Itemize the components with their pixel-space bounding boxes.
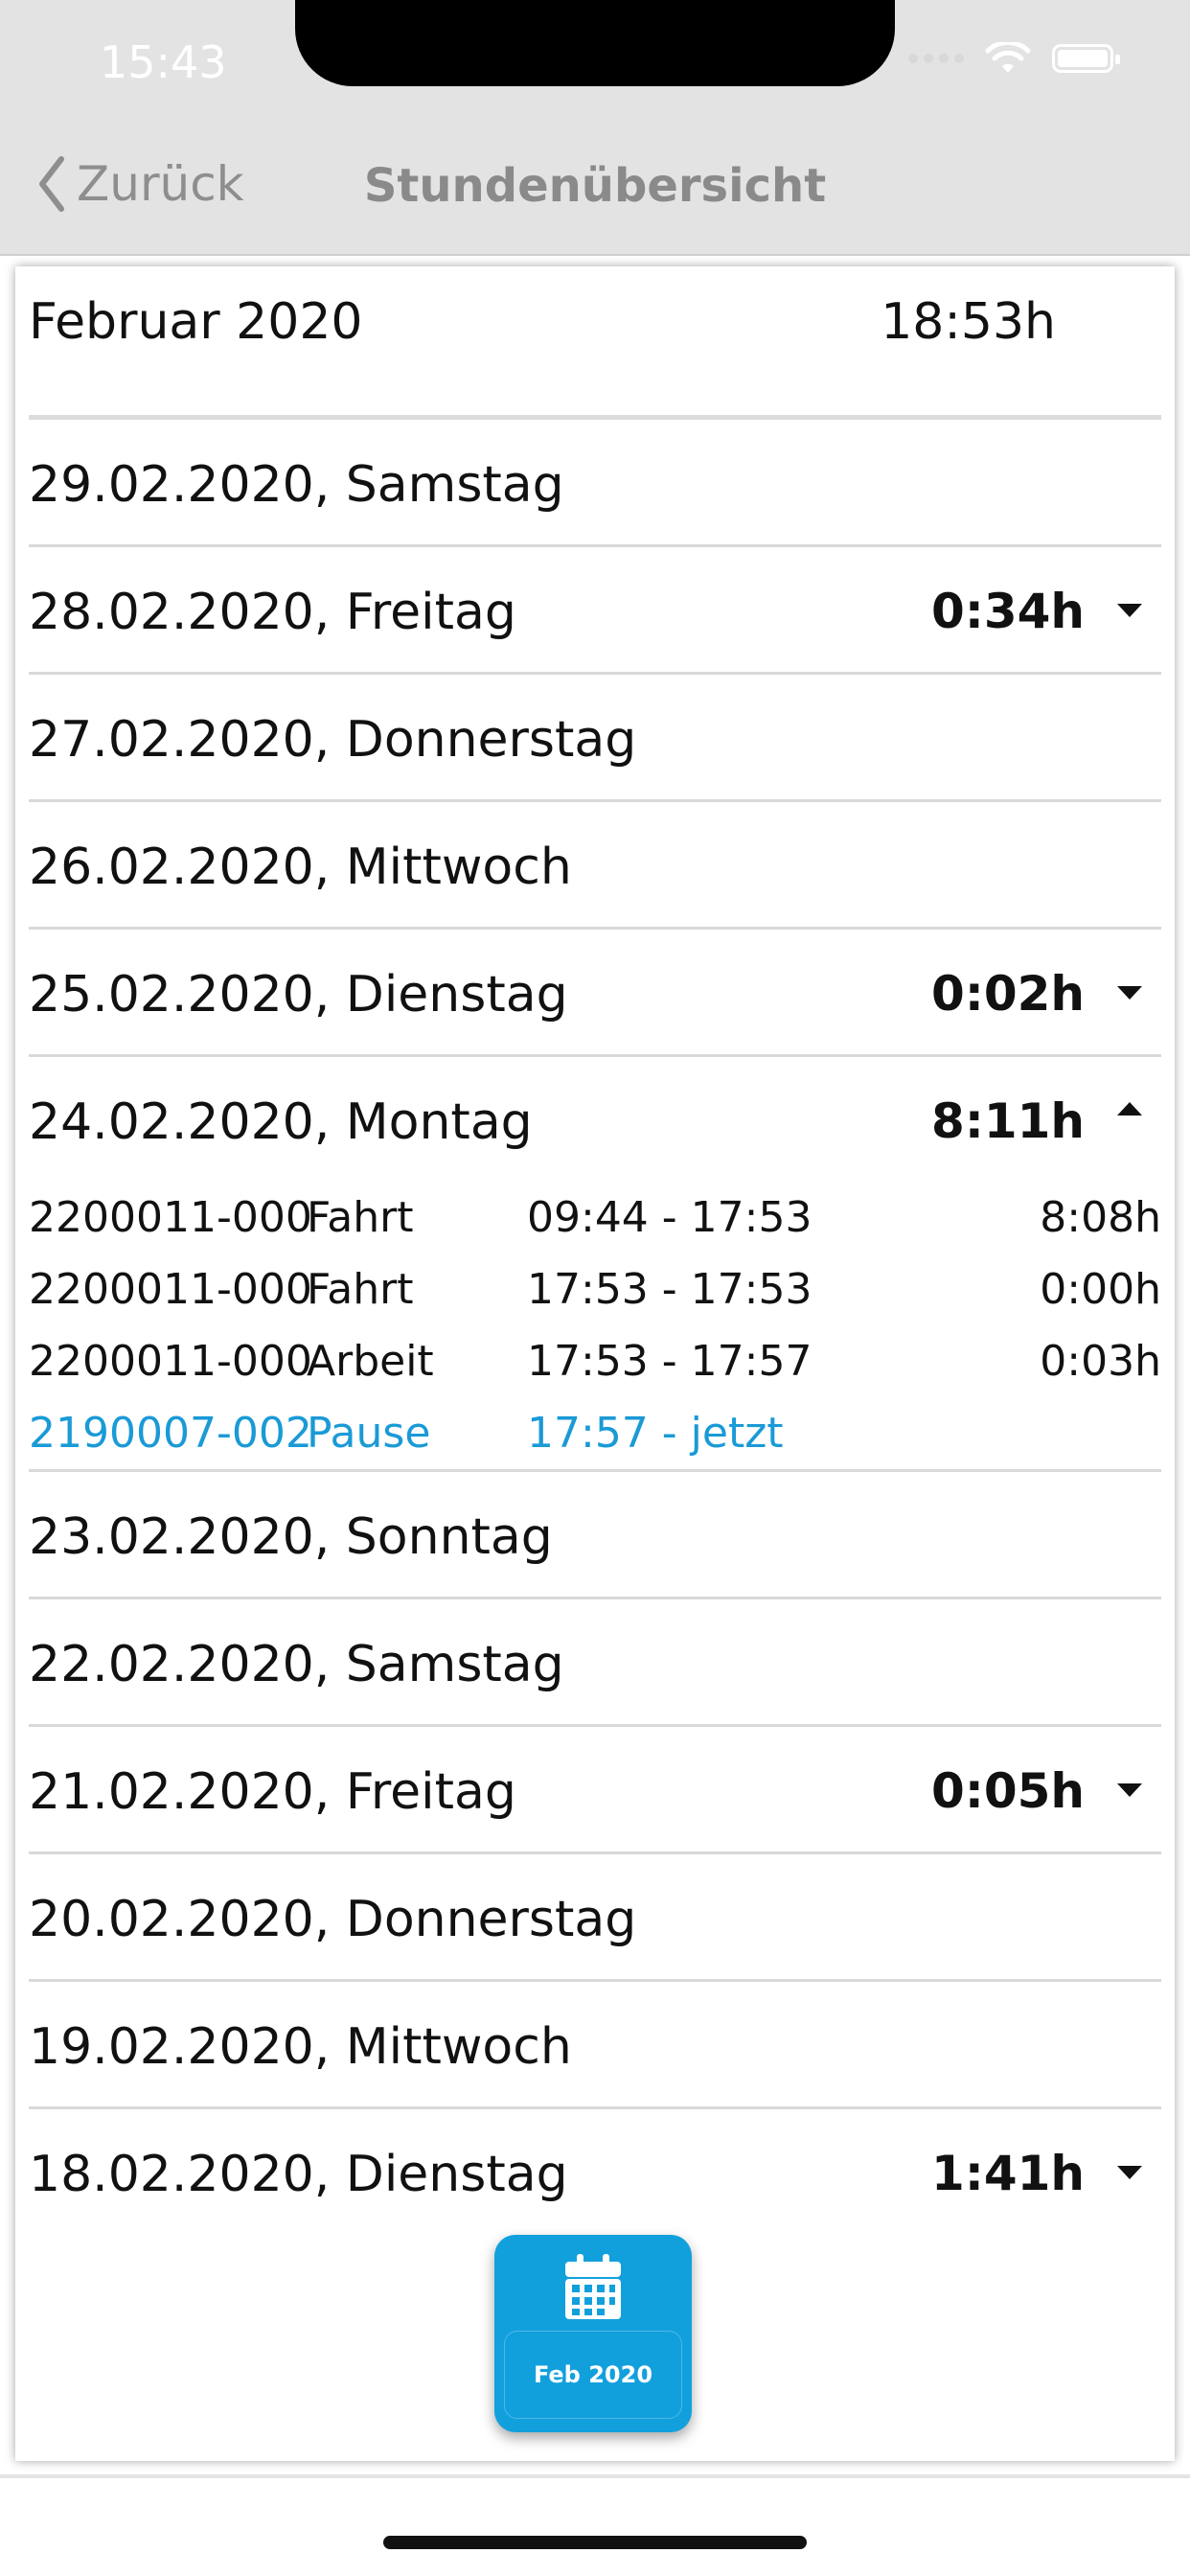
time-entry: 2200011-000 Arbeit 17:53 - 17:57 0:03h <box>29 1325 1161 1397</box>
status-icons <box>908 42 1120 75</box>
day-label: 20.02.2020, Donnerstag <box>29 1891 637 1948</box>
day-label: 26.02.2020, Mittwoch <box>29 839 572 896</box>
day-row-expanded[interactable]: 24.02.2020, Montag 8:11h <box>29 1057 1161 1182</box>
top-bar: 15:43 Zurück Stundenübersicht <box>0 0 1190 256</box>
day-label: 28.02.2020, Freitag <box>29 584 516 641</box>
day-label: 22.02.2020, Samstag <box>29 1636 564 1693</box>
day-row[interactable]: 23.02.2020, Sonntag <box>29 1472 1161 1599</box>
time-entry: 2200011-000 Fahrt 17:53 - 17:53 0:00h <box>29 1254 1161 1325</box>
entry-duration: 0:03h <box>1040 1337 1161 1386</box>
device-notch <box>295 0 895 86</box>
battery-icon <box>1052 44 1120 73</box>
day-row[interactable]: 20.02.2020, Donnerstag <box>29 1854 1161 1982</box>
day-row[interactable]: 29.02.2020, Samstag <box>29 420 1161 547</box>
wifi-icon <box>985 42 1031 73</box>
entry-duration: 0:00h <box>1040 1265 1161 1314</box>
day-hours: 0:34h <box>931 584 1085 639</box>
day-label: 21.02.2020, Freitag <box>29 1763 516 1821</box>
day-row[interactable]: 22.02.2020, Samstag <box>29 1599 1161 1727</box>
entry-time: 17:57 - jetzt <box>527 1409 784 1458</box>
entry-project: 2190007-002 <box>29 1409 312 1458</box>
caret-down-icon[interactable] <box>1115 983 1144 1002</box>
day-hours: 1:41h <box>931 2146 1085 2201</box>
time-entries: 2200011-000 Fahrt 09:44 - 17:53 8:08h 22… <box>29 1182 1161 1472</box>
day-hours: 0:02h <box>931 966 1085 1022</box>
calendar-icon <box>565 2254 621 2319</box>
day-hours: 0:05h <box>931 1763 1085 1819</box>
day-label: 23.02.2020, Sonntag <box>29 1508 553 1566</box>
caret-down-icon[interactable] <box>1115 2163 1144 2182</box>
time-entry-active: 2190007-002 Pause 17:57 - jetzt <box>29 1397 1161 1469</box>
caret-down-icon[interactable] <box>1115 601 1144 620</box>
entry-project: 2200011-000 <box>29 1193 312 1242</box>
day-row[interactable]: 25.02.2020, Dienstag 0:02h <box>29 930 1161 1057</box>
month-summary: Februar 2020 18:53h <box>29 266 1161 420</box>
day-label: 27.02.2020, Donnerstag <box>29 711 637 769</box>
day-label: 18.02.2020, Dienstag <box>29 2146 568 2203</box>
hours-overview-card: Februar 2020 18:53h 29.02.2020, Samstag … <box>15 266 1175 2461</box>
page-title: Stundenübersicht <box>363 159 827 213</box>
month-picker-label: Feb 2020 <box>504 2331 682 2419</box>
caret-down-icon[interactable] <box>1115 1781 1144 1800</box>
status-time: 15:43 <box>100 36 227 88</box>
entry-type: Fahrt <box>307 1193 414 1242</box>
caret-up-icon[interactable] <box>1115 1099 1144 1118</box>
day-list: 29.02.2020, Samstag 28.02.2020, Freitag … <box>29 420 1161 2234</box>
day-label: 19.02.2020, Mittwoch <box>29 2018 572 2076</box>
day-label: 29.02.2020, Samstag <box>29 456 564 514</box>
day-row[interactable]: 26.02.2020, Mittwoch <box>29 802 1161 930</box>
month-total: 18:53h <box>881 293 1056 351</box>
day-row[interactable]: 28.02.2020, Freitag 0:34h <box>29 547 1161 675</box>
entry-time: 17:53 - 17:57 <box>527 1337 812 1386</box>
month-picker-button[interactable]: Feb 2020 <box>494 2235 692 2432</box>
entry-type: Fahrt <box>307 1265 414 1314</box>
day-label: 24.02.2020, Montag <box>29 1093 533 1151</box>
entry-time: 17:53 - 17:53 <box>527 1265 812 1314</box>
entry-type: Arbeit <box>307 1337 434 1386</box>
entry-type: Pause <box>307 1409 431 1458</box>
day-row[interactable]: 27.02.2020, Donnerstag <box>29 675 1161 802</box>
entry-duration: 8:08h <box>1040 1193 1161 1242</box>
entry-time: 09:44 - 17:53 <box>527 1193 812 1242</box>
month-label: Februar 2020 <box>29 293 363 351</box>
signal-icon <box>908 54 964 63</box>
home-indicator[interactable] <box>383 2536 807 2549</box>
day-hours: 8:11h <box>931 1093 1085 1149</box>
time-entry: 2200011-000 Fahrt 09:44 - 17:53 8:08h <box>29 1182 1161 1254</box>
bottom-divider <box>0 2474 1190 2478</box>
entry-project: 2200011-000 <box>29 1265 312 1314</box>
day-row[interactable]: 18.02.2020, Dienstag 1:41h <box>29 2109 1161 2234</box>
day-row[interactable]: 21.02.2020, Freitag 0:05h <box>29 1727 1161 1854</box>
day-row[interactable]: 19.02.2020, Mittwoch <box>29 1982 1161 2109</box>
entry-project: 2200011-000 <box>29 1337 312 1386</box>
day-label: 25.02.2020, Dienstag <box>29 966 568 1024</box>
